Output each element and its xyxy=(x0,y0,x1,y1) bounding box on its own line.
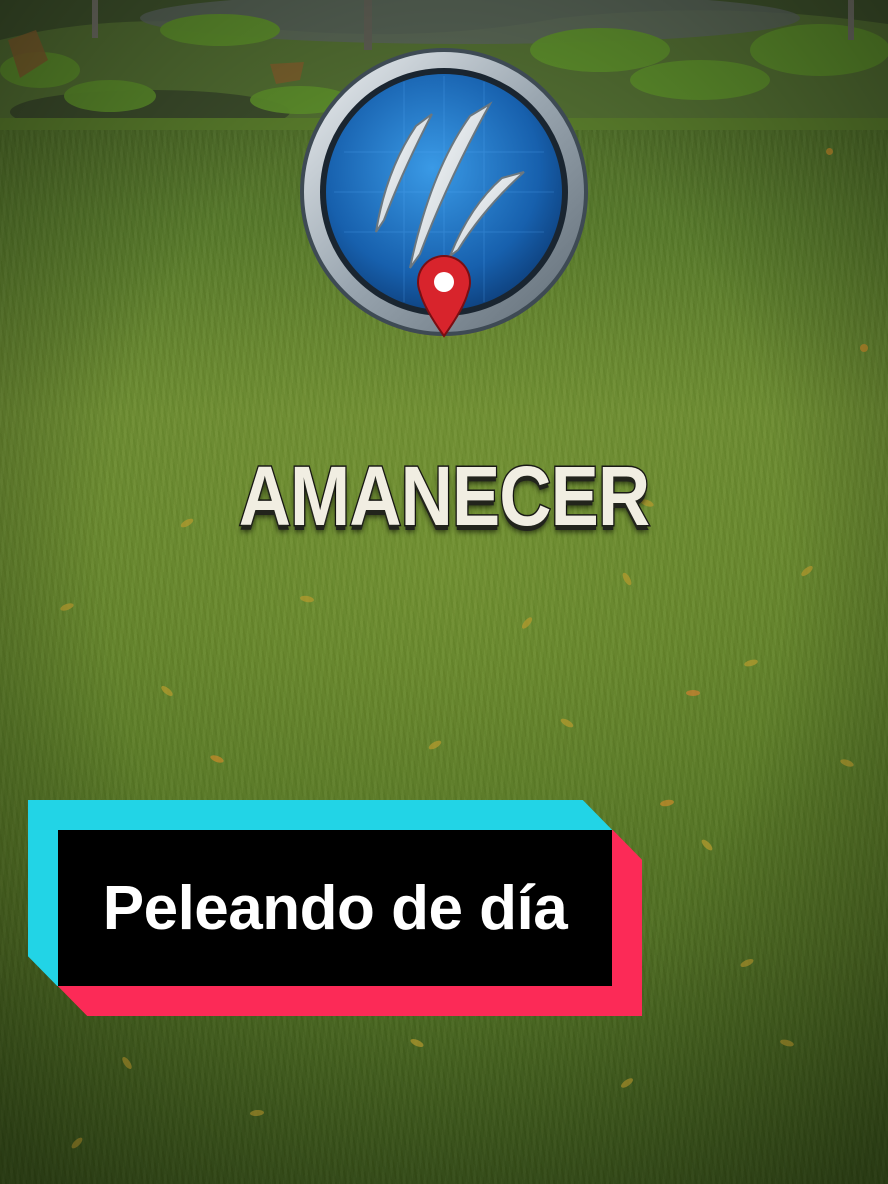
battle-emblem xyxy=(284,42,604,362)
caption-box: Peleando de día xyxy=(58,830,612,986)
emblem-badge xyxy=(300,48,588,338)
game-scene: AMANECER Peleando de día xyxy=(0,0,888,1184)
phase-title: AMANECER xyxy=(237,448,651,545)
caption-banner: Peleando de día xyxy=(28,800,642,1016)
caption-text: Peleando de día xyxy=(102,873,568,943)
